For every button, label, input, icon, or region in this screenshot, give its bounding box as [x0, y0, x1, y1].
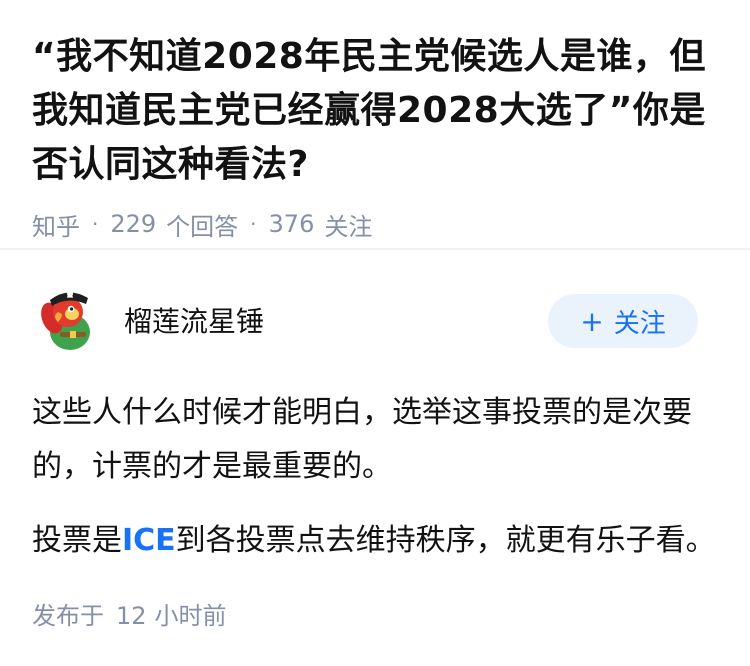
answer-paragraph-1: 这些人什么时候才能明白，选举这事投票的是次要的，计票的才是最重要的。: [32, 395, 692, 484]
answer-count: 229: [110, 210, 157, 238]
pirate-parrot-avatar[interactable]: [32, 282, 102, 352]
follow-button[interactable]: + 关注: [548, 294, 698, 348]
question-meta: 知乎 · 229 个回答 · 376 关注: [32, 204, 722, 244]
answer-paragraph-2: 投票是ICE到各投票点去维持秩序，就更有乐子看。: [32, 514, 718, 568]
answer-content[interactable]: 这些人什么时候才能明白，选举这事投票的是次要的，计票的才是最重要的。 投票是IC…: [32, 386, 718, 568]
section-divider: [0, 248, 750, 250]
zhihu-question-page: { "question": { "title": "“我不知道2028年民主党候…: [0, 0, 750, 666]
author-row: 榴莲流星锤 + 关注: [32, 282, 718, 356]
paragraph-text-end: 到各投票点去维持秩序，就更有乐子看。: [175, 523, 716, 558]
follow-count: 376: [268, 210, 315, 238]
follow-count-label: 关注: [324, 212, 373, 241]
highlight-keyword-link[interactable]: ICE: [122, 523, 176, 558]
platform-label: 知乎: [32, 212, 80, 241]
follow-button-label: 关注: [613, 308, 666, 339]
meta-separator: ·: [92, 212, 99, 236]
publish-time-prefix: 发布于: [32, 602, 104, 630]
publish-time-value: 12: [116, 602, 147, 630]
plus-icon: +: [580, 304, 604, 338]
answer-card: 榴莲流星锤 + 关注 这些人什么时候才能明白，选举这事投票的是次要的，计票的才是…: [32, 282, 718, 631]
meta-separator: ·: [250, 212, 257, 236]
question-header: “我不知道2028年民主党候选人是谁，但我知道民主党已经赢得2028大选了”你是…: [32, 30, 722, 244]
publish-time-unit: 小时前: [154, 602, 227, 630]
publish-time: 发布于 12 小时前: [32, 596, 718, 631]
parrot-icon: [32, 282, 102, 352]
paragraph-text-start: 投票是: [32, 523, 122, 558]
answer-count-label: 个回答: [166, 212, 239, 241]
question-title[interactable]: “我不知道2028年民主党候选人是谁，但我知道民主党已经赢得2028大选了”你是…: [32, 30, 722, 192]
author-name[interactable]: 榴莲流星锤: [124, 300, 264, 340]
